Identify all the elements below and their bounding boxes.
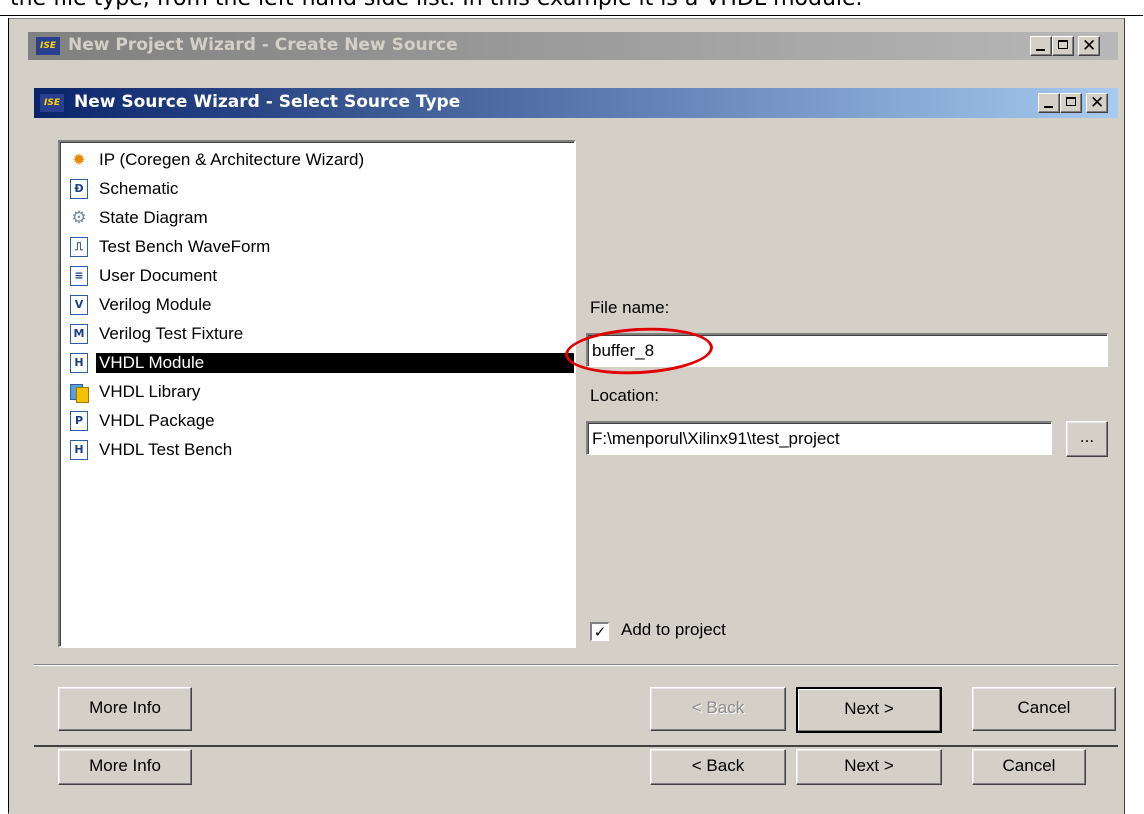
vhdl-testbench-icon: H [70,440,88,460]
package-icon: P [70,411,88,431]
browse-button[interactable]: ... [1066,421,1108,457]
waveform-icon: ⎍ [70,237,88,257]
separator [34,664,1118,666]
add-to-project-label: Add to project [621,620,726,639]
caption-text: the file type, from the left-hand side l… [10,0,863,11]
list-item-label: IP (Coregen & Architecture Wizard) [99,150,365,169]
library-icon [70,382,89,403]
list-item-selected[interactable]: H VHDL Module [66,349,574,377]
bulb-icon: ✹ [72,150,86,169]
gears-icon: ⚙ [71,208,87,228]
list-item[interactable]: ≡ User Document [66,262,574,290]
outer-minimize-button[interactable] [1030,36,1052,56]
source-type-list[interactable]: ✹ IP (Coregen & Architecture Wizard) Ð S… [58,140,576,648]
outer-cancel-label: Cancel [1002,756,1056,775]
more-info-label: More Info [89,698,161,717]
list-item-label: Verilog Test Fixture [99,324,244,343]
dialog-title: New Source Wizard - Select Source Type [74,92,461,112]
list-item-label: Test Bench WaveForm [99,237,271,256]
outer-more-info-label: More Info [89,756,161,775]
dialog-close-button[interactable]: ✕ [1086,93,1108,113]
maximize-icon [1058,40,1068,49]
cancel-button[interactable]: Cancel [972,687,1116,731]
outer-cancel-button[interactable]: Cancel [972,749,1086,785]
vhdl-module-icon: H [70,353,88,373]
close-icon: ✕ [1082,36,1097,56]
schematic-icon: Ð [70,179,88,199]
verilog-fixture-icon: M [70,324,88,344]
list-item-label: VHDL Module [96,353,574,373]
frame-edge [8,18,9,813]
outer-title-bar[interactable]: ISE New Project Wizard - Create New Sour… [28,32,1118,60]
next-button[interactable]: Next > [796,687,942,733]
ise-logo-icon: ISE [40,94,64,112]
list-item-label: Verilog Module [99,295,212,314]
dialog-bottom-edge [34,745,1118,747]
list-item[interactable]: M Verilog Test Fixture [66,320,574,348]
back-button[interactable]: < Back [650,687,786,731]
list-item-label: Schematic [99,179,179,198]
dialog-title-bar[interactable]: ISE New Source Wizard - Select Source Ty… [34,88,1118,118]
outer-more-info-button[interactable]: More Info [58,749,192,785]
list-item[interactable]: ⚙ State Diagram [66,204,574,232]
location-label: Location: [590,386,659,405]
outer-back-label: < Back [691,756,745,775]
location-input[interactable]: F:\menporul\Xilinx91\test_project [586,421,1052,455]
verilog-icon: V [70,295,88,315]
more-info-button[interactable]: More Info [58,687,192,731]
minimize-icon [1044,106,1053,108]
document-icon: ≡ [70,266,88,286]
file-name-label: File name: [590,298,670,317]
next-label: Next > [844,699,894,718]
add-to-project-checkbox[interactable]: ✓ [590,622,609,641]
cancel-label: Cancel [1017,698,1071,717]
outer-next-button[interactable]: Next > [796,749,942,785]
list-item[interactable]: H VHDL Test Bench [66,436,574,464]
dialog-minimize-button[interactable] [1038,93,1060,113]
outer-maximize-button[interactable] [1052,36,1074,56]
list-item[interactable]: V Verilog Module [66,291,574,319]
list-item[interactable]: VHDL Library [66,378,574,406]
outer-next-label: Next > [844,756,894,775]
back-label: < Back [691,698,745,717]
outer-back-button[interactable]: < Back [650,749,786,785]
list-item-label: VHDL Test Bench [99,440,233,459]
outer-close-button[interactable]: ✕ [1078,36,1100,56]
maximize-icon [1066,97,1076,106]
close-icon: ✕ [1090,93,1105,113]
list-item[interactable]: Ð Schematic [66,175,574,203]
list-item-label: VHDL Package [99,411,215,430]
outer-window-title: New Project Wizard - Create New Source [68,35,458,55]
list-item[interactable]: ✹ IP (Coregen & Architecture Wizard) [66,146,574,174]
list-item-label: VHDL Library [99,382,201,401]
ise-logo-icon: ISE [36,37,60,55]
dialog-maximize-button[interactable] [1060,93,1082,113]
browse-button-label: ... [1079,427,1095,446]
list-item-label: State Diagram [99,208,208,227]
list-item[interactable]: P VHDL Package [66,407,574,435]
minimize-icon [1036,49,1045,51]
list-item-label: User Document [99,266,218,285]
list-item[interactable]: ⎍ Test Bench WaveForm [66,233,574,261]
